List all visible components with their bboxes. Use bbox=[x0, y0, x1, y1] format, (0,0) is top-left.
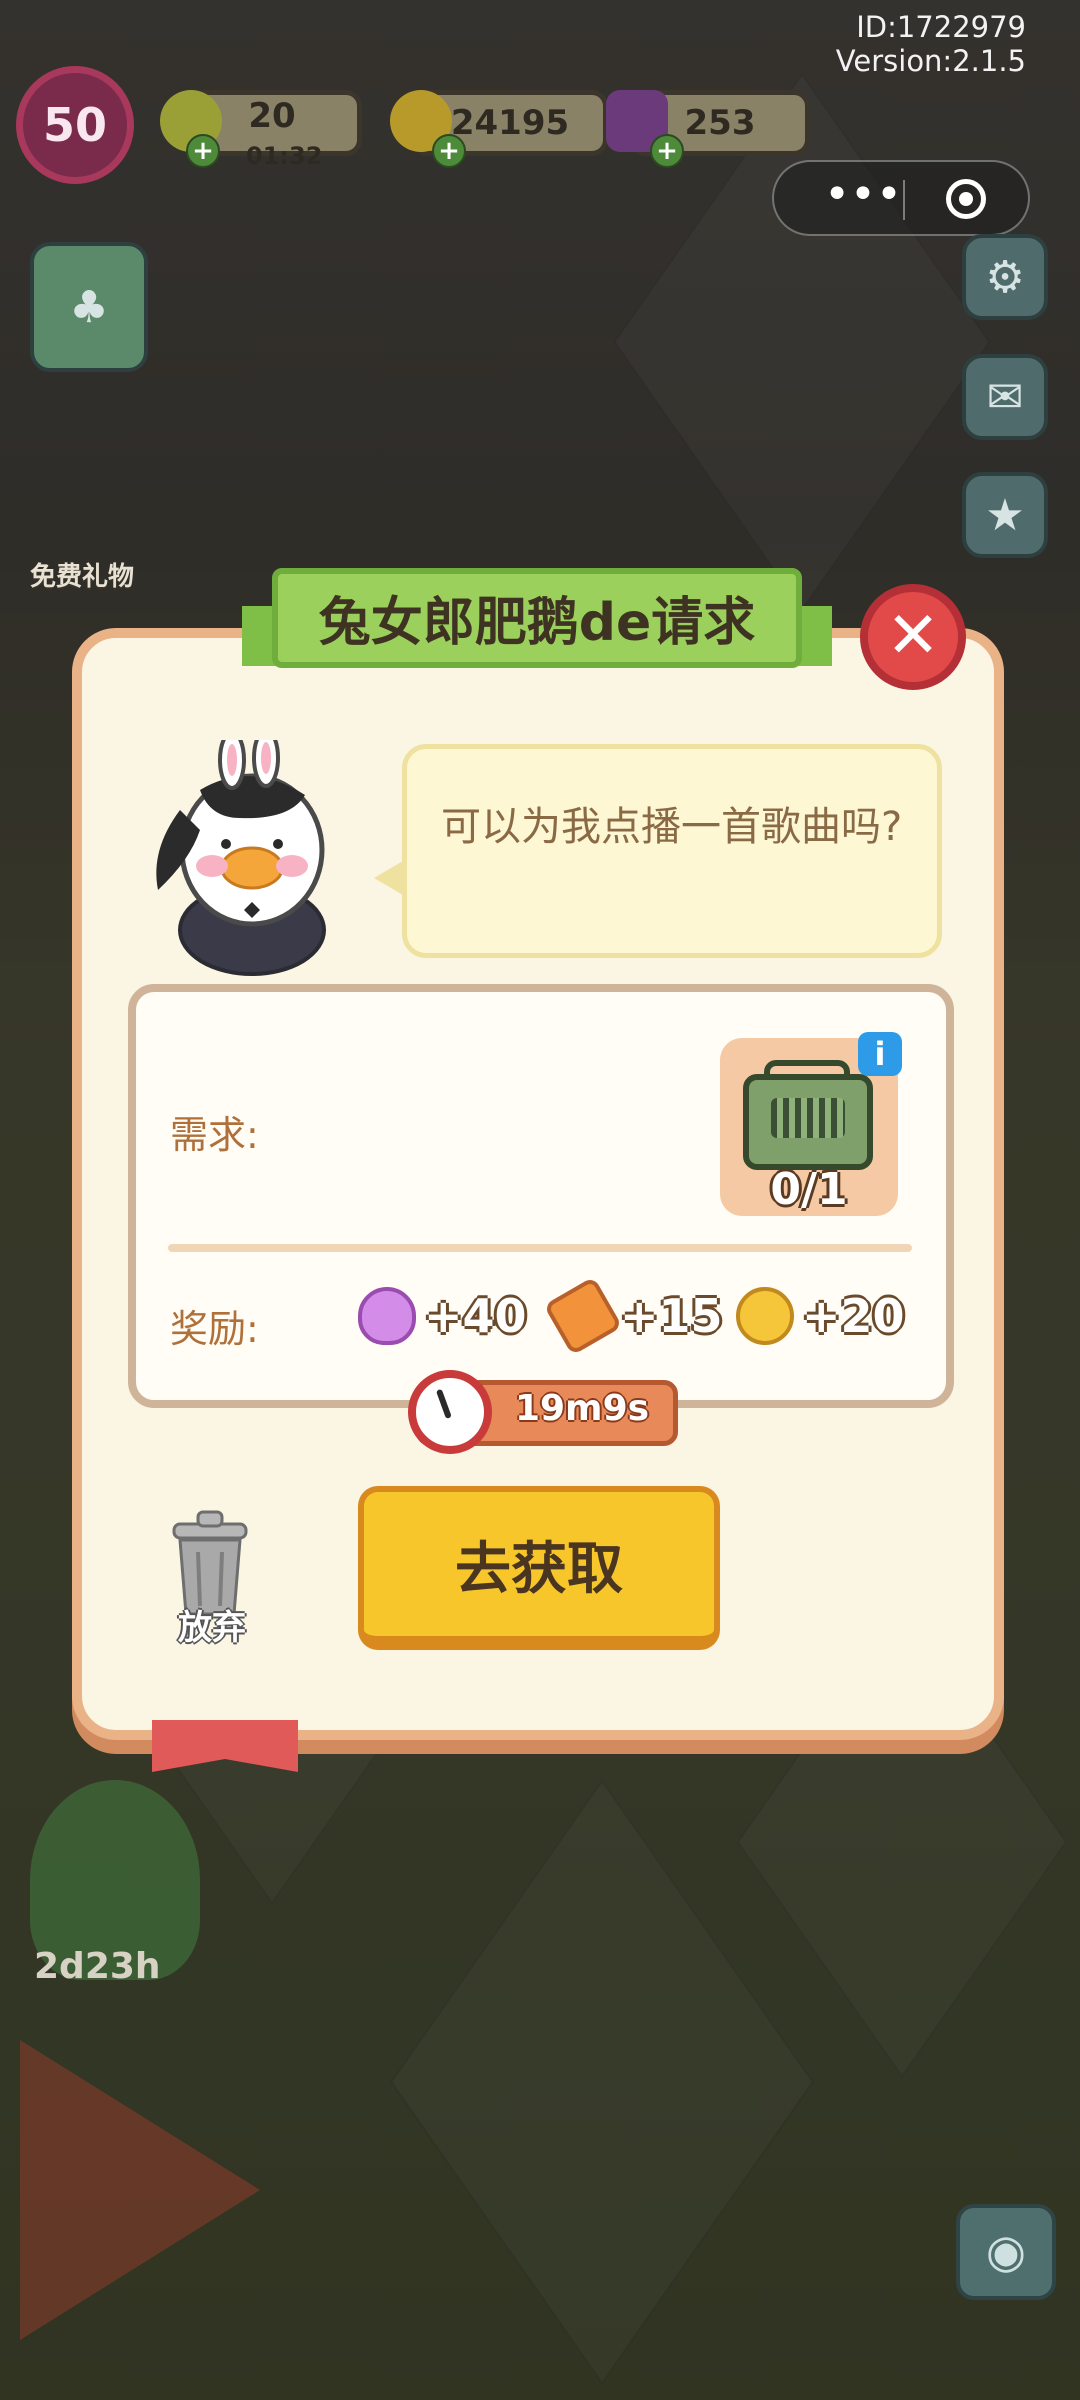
reward-ticket-value: +15 bbox=[620, 1289, 723, 1343]
mail-icon[interactable]: ✉ bbox=[962, 354, 1048, 440]
free-gift-label[interactable]: 免费礼物 bbox=[30, 556, 134, 593]
dialog-title-ribbon: 兔女郎肥鹅de请求 bbox=[242, 560, 832, 680]
energy-value: 20 bbox=[248, 96, 296, 136]
user-id-text: ID:1722979 bbox=[856, 10, 1026, 44]
add-energy-icon[interactable]: + bbox=[186, 134, 220, 168]
coin-value: 24195 bbox=[450, 103, 570, 143]
add-coins-icon[interactable]: + bbox=[432, 134, 466, 168]
info-icon[interactable]: i bbox=[858, 1032, 902, 1076]
add-gems-icon[interactable]: + bbox=[650, 134, 684, 168]
camera-icon[interactable]: ◉ bbox=[956, 2204, 1056, 2300]
level-badge[interactable]: 50 bbox=[16, 66, 134, 184]
reward-heart-value: +40 bbox=[424, 1289, 527, 1343]
achievement-star-icon[interactable]: ★ bbox=[962, 472, 1048, 558]
abandon-button[interactable]: 放弃 bbox=[150, 1600, 274, 1649]
heart-icon bbox=[358, 1287, 416, 1345]
reward-ticket: +15 bbox=[543, 1276, 723, 1356]
coin-icon bbox=[736, 1287, 794, 1345]
timer-text: 19m9s bbox=[514, 1388, 650, 1429]
close-button[interactable]: ✕ bbox=[860, 584, 966, 690]
dialog-title: 兔女郎肥鹅de请求 bbox=[318, 593, 756, 653]
build-info: ID:1722979 Version:2.1.5 bbox=[836, 10, 1026, 78]
more-menu-icon[interactable]: ••• bbox=[808, 172, 918, 224]
mini-program-capsule: ••• bbox=[772, 160, 1030, 236]
item-progress: 0/1 bbox=[770, 1164, 848, 1215]
gem-value: 253 bbox=[684, 103, 756, 143]
reward-coin-value: +20 bbox=[802, 1289, 905, 1343]
version-text: Version:2.1.5 bbox=[835, 44, 1026, 78]
need-label: 需求: bbox=[170, 1113, 259, 1157]
reward-heart: +40 bbox=[358, 1286, 527, 1346]
level-value: 50 bbox=[42, 98, 107, 152]
clock-icon bbox=[408, 1370, 492, 1454]
panel-divider bbox=[168, 1244, 912, 1252]
radio-icon bbox=[743, 1074, 873, 1170]
speech-bubble: 可以为我点播一首歌曲吗? bbox=[402, 744, 942, 958]
energy-timer: 01:32 bbox=[246, 142, 323, 170]
card-pack-icon[interactable]: ♣ bbox=[30, 242, 148, 372]
reward-label: 奖励: bbox=[170, 1307, 259, 1351]
ticket-icon bbox=[543, 1276, 623, 1356]
close-mini-program-icon[interactable] bbox=[946, 179, 986, 219]
bunny-goose-avatar bbox=[156, 740, 326, 976]
speech-text: 可以为我点播一首歌曲吗? bbox=[441, 804, 903, 850]
settings-gear-icon[interactable]: ⚙ bbox=[962, 234, 1048, 320]
capsule-divider bbox=[903, 180, 905, 220]
go-get-button[interactable]: 去获取 bbox=[358, 1486, 720, 1650]
boost-timer: 2d23h bbox=[34, 1946, 161, 1987]
reward-coin: +20 bbox=[736, 1286, 905, 1346]
